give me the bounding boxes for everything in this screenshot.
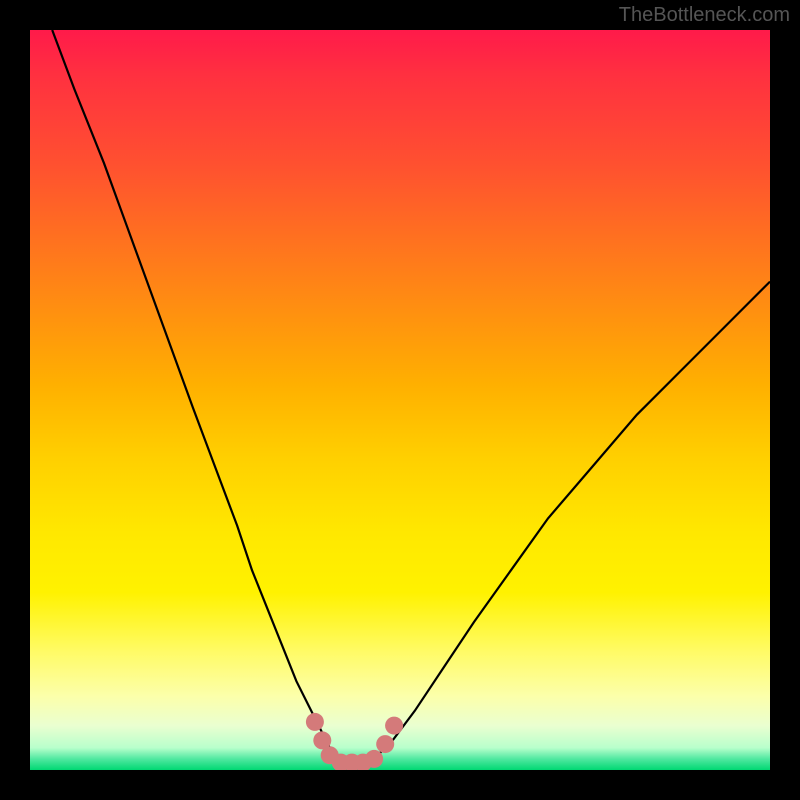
chart-svg [30, 30, 770, 770]
watermark-text: TheBottleneck.com [619, 4, 790, 27]
chart-plot-area [30, 30, 770, 770]
bottleneck-curve-line [52, 30, 770, 763]
marker-point [365, 750, 383, 768]
marker-point [376, 735, 394, 753]
marker-point [306, 713, 324, 731]
marker-point [385, 717, 403, 735]
optimal-range-markers [306, 713, 403, 770]
